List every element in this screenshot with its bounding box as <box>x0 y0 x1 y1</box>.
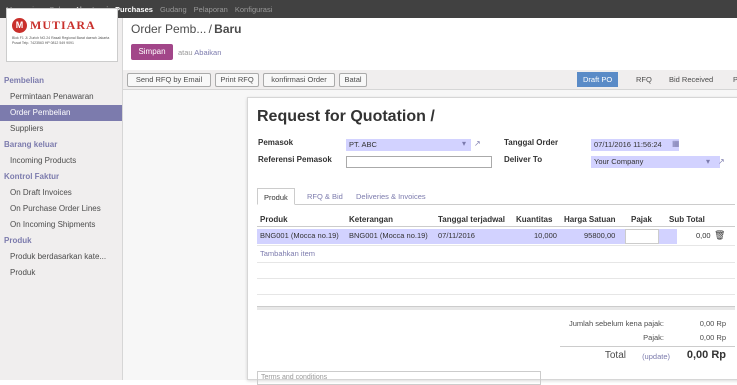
row-divider <box>257 262 735 263</box>
discard-link[interactable]: Abaikan <box>194 48 221 57</box>
form-title: Request for Quotation / <box>257 108 435 125</box>
sidebar-section-kontrol-faktur: Kontrol Faktur <box>4 172 60 181</box>
total-value: 0,00 Rp <box>686 349 726 361</box>
order-date-label: Tanggal Order <box>504 138 559 147</box>
tab-produk[interactable]: Produk <box>257 188 295 205</box>
sidebar-item-on-draft-invoices[interactable]: On Draft Invoices <box>0 185 122 201</box>
logo-brand-text: MUTIARA <box>30 18 96 32</box>
sidebar-item-order-pembelian[interactable]: Order Pembelian <box>0 105 122 121</box>
table-footer <box>257 306 735 310</box>
sidebar-item-incoming-products[interactable]: Incoming Products <box>0 153 122 169</box>
tax-amount-value: 0,00 Rp <box>699 333 726 342</box>
status-rfq[interactable]: RFQ <box>636 72 652 87</box>
breadcrumb-current: Baru <box>214 22 242 36</box>
tax-cell-input[interactable] <box>625 229 659 244</box>
breadcrumb-parent[interactable]: Order Pemb... <box>131 22 206 36</box>
sidebar-item-on-po-lines[interactable]: On Purchase Order Lines <box>0 201 122 217</box>
menu-konfigurasi[interactable]: Konfigurasi <box>235 5 273 14</box>
supplier-ref-input[interactable] <box>346 156 492 168</box>
sidebar-item-permintaan-penawaran[interactable]: Permintaan Penawaran <box>0 89 122 105</box>
tax-amount-label: Pajak: <box>643 333 664 342</box>
row-divider <box>257 278 735 279</box>
cancel-button[interactable]: Batal <box>339 73 367 87</box>
calendar-icon[interactable]: ▦ <box>672 139 680 148</box>
supplier-field[interactable]: PT. ABC <box>346 139 471 151</box>
form-tabs: Produk RFQ & Bid Deliveries & Invoices <box>257 188 735 205</box>
col-header-pajak[interactable]: Pajak <box>631 215 652 224</box>
col-header-harga[interactable]: Harga Satuan <box>564 215 616 224</box>
totals-divider <box>560 346 735 347</box>
menu-gudang[interactable]: Gudang <box>160 5 187 14</box>
status-next[interactable]: P <box>733 72 737 87</box>
row-product[interactable]: BNG001 (Mocca no.19) <box>260 231 339 240</box>
supplier-external-link-icon[interactable]: ↗ <box>474 139 481 148</box>
row-unit-price[interactable]: 95800,00 <box>584 231 615 240</box>
row-divider <box>257 245 735 246</box>
col-header-kuantitas[interactable]: Kuantitas <box>516 215 552 224</box>
form-toolbar: Send RFQ by Email Print RFQ konfirmasi O… <box>123 70 737 90</box>
menu-pelaporan[interactable]: Pelaporan <box>194 5 228 14</box>
logo-emblem-icon: M <box>12 18 27 33</box>
company-logo[interactable]: M MUTIARA Blok F1 Jl. Zurich NO.24 Rasal… <box>6 8 118 62</box>
print-rfq-button[interactable]: Print RFQ <box>215 73 259 87</box>
logo-address: Blok F1 Jl. Zurich NO.24 Rasali Regional… <box>12 36 110 45</box>
add-item-link[interactable]: Tambahkan item <box>260 249 315 258</box>
supplier-ref-label: Referensi Pemasok <box>258 155 332 164</box>
sidebar-item-on-incoming-shipments[interactable]: On Incoming Shipments <box>0 217 122 233</box>
terms-conditions-textarea[interactable]: Terms and conditions <box>257 371 541 385</box>
untaxed-amount-label: Jumlah sebelum kena pajak: <box>568 319 664 328</box>
sidebar-section-pembelian: Pembelian <box>4 76 45 85</box>
update-totals-link[interactable]: (update) <box>628 352 670 361</box>
sidebar-section-barang-keluar: Barang keluar <box>4 140 58 149</box>
breadcrumb: Order Pemb... / Baru <box>131 22 242 36</box>
deliver-to-dropdown-icon[interactable]: ▾ <box>706 157 710 166</box>
or-text: atau <box>178 48 193 57</box>
tab-rfq-bid[interactable]: RFQ & Bid <box>307 188 343 205</box>
sidebar-item-produk-kategori[interactable]: Produk berdasarkan kate... <box>0 249 122 265</box>
deliver-to-external-link-icon[interactable]: ↗ <box>718 157 725 166</box>
sidebar-item-suppliers[interactable]: Suppliers <box>0 121 122 137</box>
supplier-dropdown-icon[interactable]: ▾ <box>462 139 466 148</box>
col-header-tanggal[interactable]: Tanggal terjadwal <box>438 215 505 224</box>
sidebar-section-produk: Produk <box>4 236 32 245</box>
row-divider <box>257 294 735 295</box>
status-draft-po[interactable]: Draft PO <box>577 72 619 87</box>
row-description[interactable]: BNG001 (Mocca no.19) <box>349 231 428 240</box>
col-header-subtotal[interactable]: Sub Total <box>669 215 705 224</box>
total-label: Total <box>604 350 626 361</box>
trash-icon[interactable]: 🗑 <box>714 230 725 241</box>
order-date-field[interactable]: 07/11/2016 11:56:24 <box>591 139 679 151</box>
untaxed-amount-value: 0,00 Rp <box>699 319 726 328</box>
col-header-keterangan[interactable]: Keterangan <box>349 215 393 224</box>
row-qty[interactable]: 10,000 <box>534 231 557 240</box>
row-date[interactable]: 07/11/2016 <box>438 231 475 240</box>
deliver-to-label: Deliver To <box>504 155 543 164</box>
breadcrumb-separator: / <box>208 22 212 36</box>
supplier-label: Pemasok <box>258 138 294 147</box>
row-subtotal: 0,00 <box>696 231 711 240</box>
send-rfq-email-button[interactable]: Send RFQ by Email <box>127 73 211 87</box>
sidebar-item-produk[interactable]: Produk <box>0 265 122 281</box>
discard-group: atau Abaikan <box>178 48 221 57</box>
confirm-order-button[interactable]: konfirmasi Order <box>263 73 335 87</box>
col-header-produk[interactable]: Produk <box>260 215 288 224</box>
deliver-to-field[interactable]: Your Company <box>591 156 720 168</box>
save-button[interactable]: Simpan <box>131 44 173 60</box>
menu-purchases[interactable]: Purchases <box>115 5 153 14</box>
tab-deliveries-invoices[interactable]: Deliveries & Invoices <box>356 188 426 205</box>
status-bid-received[interactable]: Bid Received <box>669 72 713 87</box>
sidebar-nav: Pembelian Permintaan Penawaran Order Pem… <box>0 73 122 281</box>
table-header-divider <box>257 226 735 227</box>
